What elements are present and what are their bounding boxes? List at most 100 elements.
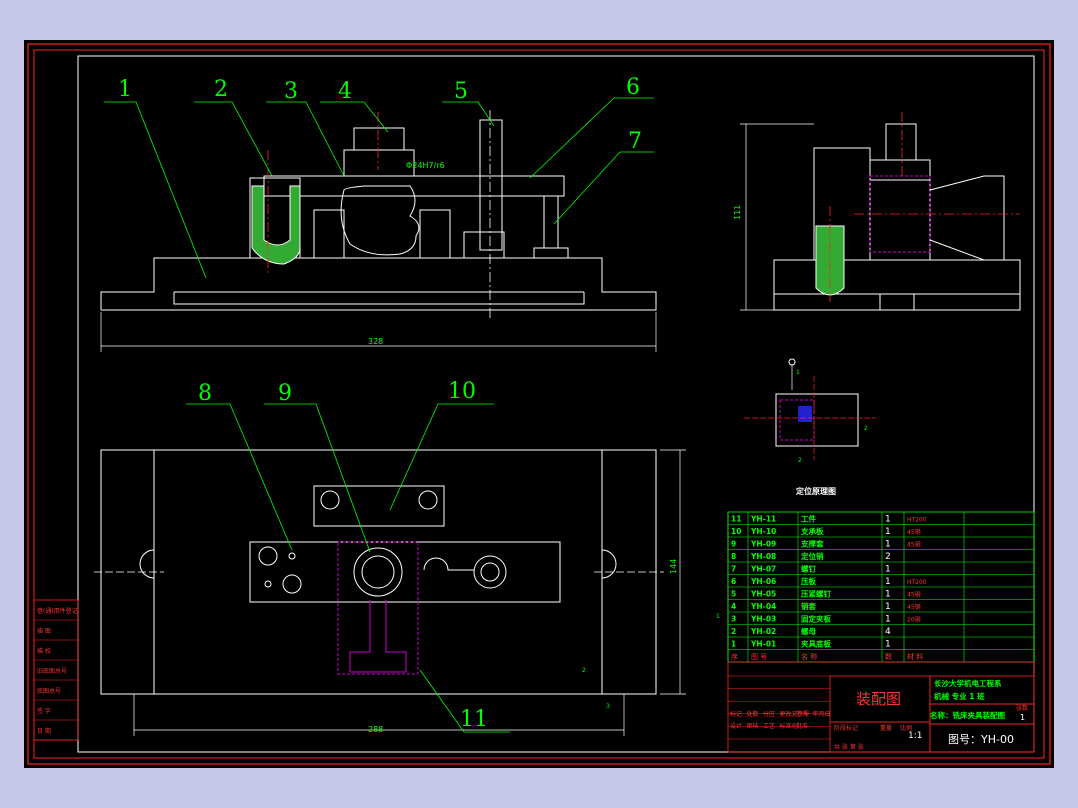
bom-header-no: 序 [731,652,738,661]
bom-cell-no: 4 [731,602,736,611]
bill-of-materials: 11 YH-11 工件 1 HT20010 YH-10 支承板 1 45钢9 YH-09 支撑套 1 4… [727,511,1035,663]
locating-principle-view: 1 2 2 [744,358,876,464]
side-height-dimension [740,123,814,311]
bom-cell-no: 11 [731,515,741,524]
bom-cell-qty: 1 [885,527,891,537]
title-block: 装配图 长沙大学机电工程系 机械 专业 1 班 名称：铣床夹具装配图 张数 1 … [727,661,1035,753]
outer-frame [27,43,1051,765]
bom-cell-code: YH-03 [750,615,776,624]
share-label: 共 张 第 张 [834,743,864,751]
callout-9: 9 [278,381,292,406]
title-block-label: 工艺 [763,722,775,730]
middle-frame [33,49,1045,759]
stage-label: 阶段标记 [834,724,858,732]
assembly-drawing: Φ24H7/r6 328 111 1 2 2 定位原理图 144 288 2 3… [27,43,1051,765]
bom-cell-code: YH-05 [750,590,776,599]
bom-cell-code: YH-06 [750,577,776,586]
bom-cell-code: YH-02 [750,627,776,636]
bom-cell-code: YH-08 [750,552,776,561]
bom-cell-mat: 20钢 [907,616,921,624]
title-block-label: 审核 [747,722,759,730]
scale-value: 1:1 [908,731,922,741]
plan-view [100,449,657,695]
drawing-number: 图号：YH-00 [948,733,1014,746]
bom-cell-name: 压紧螺钉 [801,589,831,599]
side-mark: 1 [716,613,720,620]
side-centerlines [829,112,1020,302]
title-name: 名称：铣床夹具装配图 [930,710,1005,720]
bom-cell-no: 7 [731,565,736,574]
bom-cell-code: YH-10 [750,527,776,536]
bom-header-code: 图 号 [751,653,767,661]
bom-cell-code: YH-07 [750,565,776,574]
left-strip-label: 旧底图总号 [37,667,67,675]
bom-cell-code: YH-09 [750,540,776,549]
bom-cell-qty: 4 [885,627,891,637]
weight-label: 重量 [880,724,892,732]
plan-width-label: 288 [368,725,383,734]
bom-cell-code: YH-11 [750,515,776,524]
callout-10: 10 [448,379,476,404]
bom-header-mat: 材 料 [907,652,923,661]
plan-mark-3: 3 [606,703,610,710]
cad-drawing-canvas[interactable]: Φ24H7/r6 328 111 1 2 2 定位原理图 144 288 2 3… [24,40,1054,768]
locate-mark-3: 2 [798,457,802,464]
title-block-label: 标准化 [780,722,798,730]
bom-cell-mat: 45钢 [907,541,921,549]
bom-cell-qty: 1 [885,577,891,587]
bom-cell-mat: HT200 [907,579,927,586]
bom-header-qty: 数 [885,652,892,661]
bom-cell-no: 3 [731,615,736,624]
plan-height-label: 144 [669,559,678,574]
left-strip-label: 描 图 [37,627,51,635]
bom-cell-mat: 45钢 [907,591,921,599]
callout-2: 2 [214,77,228,102]
bom-cell-no: 2 [731,627,736,636]
bom-header-name: 名 称 [801,652,817,661]
callout-7: 7 [628,129,642,154]
front-width-dimension [100,312,657,352]
bom-cell-name: 螺母 [801,626,816,636]
bom-cell-qty: 1 [885,590,891,600]
left-strip-label: 签 字 [37,707,51,715]
plan-mark-2: 2 [582,667,586,674]
left-strip-label: 借(通)用件登记 [37,607,78,615]
locating-caption: 定位原理图 [795,486,836,496]
bom-cell-name: 支撑套 [800,539,824,549]
bom-cell-no: 9 [731,540,736,549]
side-height-label: 111 [733,205,742,220]
callout-4: 4 [338,79,352,104]
title-main: 装配图 [856,690,901,708]
callout-3: 3 [284,79,298,104]
left-strip-label: 底图总号 [37,687,61,695]
left-registry-strip: 借(通)用件登记描 图描 校旧底图总号底图总号签 字日 期 [33,599,79,741]
bom-cell-name: 销套 [801,601,816,611]
bom-cell-no: 8 [731,552,736,561]
locate-mark-2: 2 [864,425,868,432]
bom-cell-qty: 1 [885,615,891,625]
bom-cell-code: YH-04 [750,602,776,611]
callout-8: 8 [198,381,212,406]
bom-cell-no: 6 [731,577,736,586]
title-school: 长沙大学机电工程系 [934,678,1002,688]
sheet-count: 1 [1020,713,1025,722]
left-strip-label: 日 期 [37,727,51,735]
bom-cell-name: 螺钉 [801,564,816,574]
front-centerlines [267,110,491,320]
title-class: 机械 专业 1 班 [934,691,985,701]
bom-cell-qty: 1 [885,515,891,525]
bom-cell-name: 定位销 [801,551,824,561]
callout-numbers: 1 2 3 4 5 6 7 8 9 10 11 [118,75,642,732]
callout-1: 1 [118,77,132,102]
bom-cell-no: 10 [731,527,741,536]
bom-cell-qty: 1 [885,640,891,650]
bom-cell-name: 固定夹板 [801,614,831,624]
bom-cell-name: 压板 [801,576,816,586]
scale-label: 比例 [900,724,912,732]
title-block-label: 设计 [730,722,742,730]
front-view [100,119,657,311]
callout-11: 11 [460,707,488,732]
bom-cell-name: 夹具底板 [801,639,831,649]
bom-cell-no: 1 [731,640,736,649]
bom-cell-qty: 1 [885,540,891,550]
